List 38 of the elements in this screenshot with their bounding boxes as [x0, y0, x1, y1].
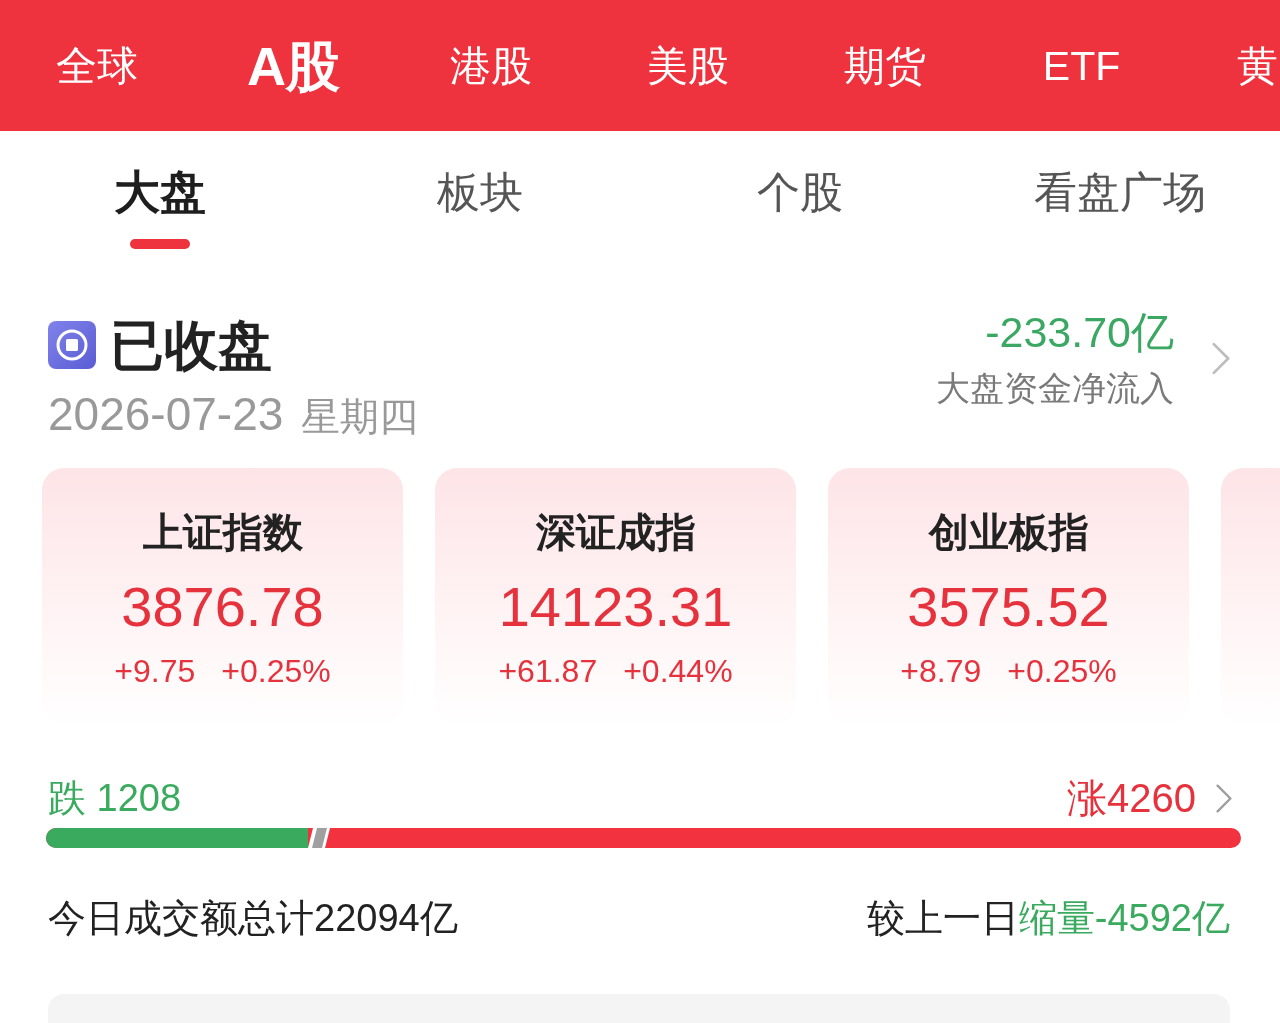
market-tab[interactable]: ETF	[983, 37, 1180, 94]
index-change: +9.75	[114, 652, 196, 690]
stop-icon	[48, 321, 96, 369]
index-change: +8.79	[900, 652, 982, 690]
sub-tab[interactable]: 个股	[640, 131, 960, 255]
index-value: 3575.52	[907, 576, 1110, 638]
market-tab[interactable]: 港股	[392, 37, 589, 94]
index-change-percent: +0.25%	[221, 652, 331, 690]
market-tab[interactable]: 全球	[0, 37, 195, 94]
net-inflow-label: 大盘资金净流入	[936, 368, 1174, 408]
sub-tab[interactable]: 看盘广场	[960, 131, 1280, 255]
market-tab[interactable]: 期货	[786, 37, 983, 94]
index-change-percent: +0.44%	[623, 652, 733, 690]
turnover-total: 今日成交额总计22094亿	[48, 896, 458, 940]
index-change-percent: +0.25%	[1007, 652, 1117, 690]
chevron-right-icon[interactable]	[1216, 783, 1232, 813]
slash-divider-icon	[307, 828, 330, 848]
market-tab[interactable]: 美股	[589, 37, 786, 94]
market-status: 已收盘	[110, 316, 272, 374]
index-name: 创业板指	[928, 509, 1089, 556]
turnover-compare-label: 较上一日	[866, 896, 1019, 940]
market-tab[interactable]: A股	[195, 37, 392, 94]
index-value: 14123.31	[498, 576, 733, 638]
falling-count: 跌 1208	[48, 776, 182, 820]
weekday: 星期四	[301, 394, 419, 440]
index-name: 上证指数	[142, 509, 303, 556]
net-inflow-value: -233.70亿	[985, 308, 1174, 356]
market-tab[interactable]: 黄	[1180, 37, 1280, 94]
active-tab-indicator	[130, 239, 190, 249]
turnover-change: 缩量-4592亿	[1018, 896, 1230, 940]
index-name: 深证成指	[535, 509, 696, 556]
trading-date: 2026-07-23	[48, 390, 284, 438]
index-change: +61.87	[498, 652, 598, 690]
sub-tab[interactable]: 板块	[320, 131, 640, 255]
index-value: 3876.78	[121, 576, 324, 638]
sub-tab[interactable]: 大盘	[0, 131, 320, 255]
rising-count: 涨4260	[1067, 776, 1196, 820]
chevron-right-icon[interactable]	[1212, 341, 1230, 375]
